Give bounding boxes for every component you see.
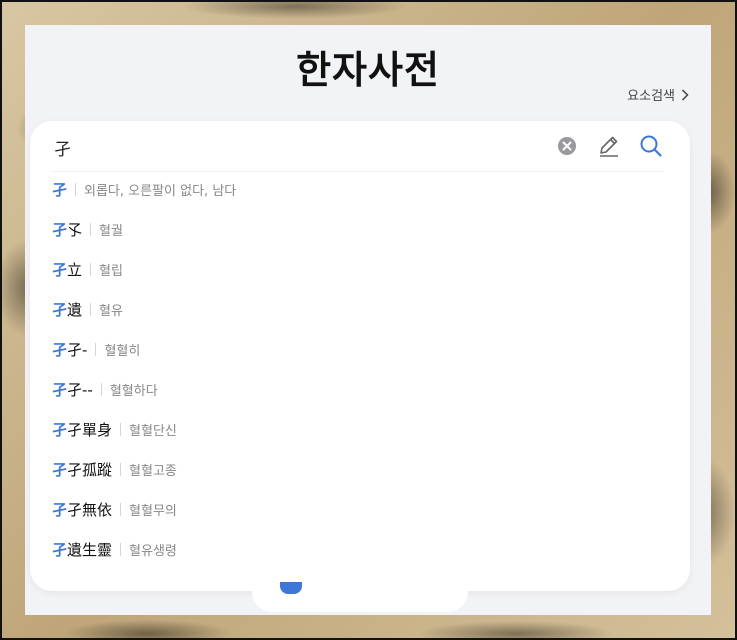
word-rest: 立 [67, 260, 83, 279]
match-char: 孑 [52, 380, 68, 399]
divider [75, 182, 77, 196]
word-rest: 孑- [67, 340, 88, 359]
list-item[interactable]: 孑 孑孤蹤 혈혈고종 [52, 449, 664, 489]
word-rest: 遺生靈 [67, 540, 113, 559]
divider [120, 462, 122, 476]
search-bar [52, 121, 664, 172]
list-item[interactable]: 孑 立 혈립 [52, 249, 664, 289]
list-item[interactable]: 孑 孑單身 혈혈단신 [52, 409, 664, 449]
list-item[interactable]: 孑 외롭다, 오른팔이 없다, 남다 [52, 169, 664, 209]
search-icon[interactable] [638, 133, 664, 159]
list-item[interactable]: 孑 孑無依 혈혈무의 [52, 489, 664, 529]
reading: 혈혈히 [104, 343, 141, 359]
word-rest: 孑孤蹤 [67, 460, 113, 479]
list-item[interactable]: 孑 孓 혈궐 [52, 209, 664, 249]
reading: 혈립 [99, 263, 123, 279]
list-item[interactable]: 孑 孑-- 혈혈하다 [52, 369, 664, 409]
search-input[interactable] [52, 133, 534, 161]
word-rest: 遺 [67, 300, 83, 319]
match-char: 孑 [52, 500, 68, 519]
reading: 외롭다, 오른팔이 없다, 남다 [84, 183, 237, 199]
match-char: 孑 [52, 540, 68, 559]
match-char: 孑 [52, 220, 68, 239]
list-item[interactable]: 孑 遺 혈유 [52, 289, 664, 329]
divider [100, 382, 102, 396]
divider [90, 302, 92, 316]
page-title: 한자사전 [296, 50, 440, 92]
reading: 혈혈무의 [129, 503, 177, 519]
chevron-right-icon [681, 88, 689, 101]
dictionary-panel: 한자사전 요소검색 孑 孑 외롭다, 오른팔이 없다, 남다 孑 孓 혈궐 孑 … [25, 25, 711, 615]
divider [90, 262, 92, 276]
element-search-label: 요소검색 [627, 89, 675, 104]
divider [120, 502, 122, 516]
match-char: 孑 [52, 460, 68, 479]
word-rest: 孑單身 [67, 420, 113, 439]
reading: 혈유 [99, 303, 123, 319]
list-item[interactable]: 孑 遺生靈 혈유생령 [52, 529, 664, 569]
list-item[interactable]: 孑 孑- 혈혈히 [52, 329, 664, 369]
match-char: 孑 [52, 340, 68, 359]
element-search-link[interactable]: 요소검색 [627, 85, 689, 104]
tab-indicator [280, 582, 302, 594]
match-char: 孑 [52, 300, 68, 319]
match-char: 孑 [52, 420, 68, 439]
divider [120, 422, 122, 436]
word-rest: 孓 [67, 220, 83, 239]
suggestion-list: 孑 외롭다, 오른팔이 없다, 남다 孑 孓 혈궐 孑 立 혈립 孑 遺 혈유 … [52, 181, 664, 583]
word-rest: 孑無依 [67, 500, 113, 519]
clear-icon[interactable] [554, 133, 580, 159]
divider [90, 222, 92, 236]
reading: 혈궐 [99, 223, 123, 239]
match-char: 孑 [52, 260, 68, 279]
reading: 혈혈단신 [129, 423, 177, 439]
pen-icon[interactable] [596, 133, 622, 159]
reading: 혈혈하다 [109, 383, 158, 399]
reading: 혈유생령 [129, 543, 177, 559]
divider [95, 342, 97, 356]
divider [120, 542, 122, 556]
word-rest: 孑-- [67, 380, 93, 399]
match-char: 孑 [52, 180, 68, 199]
reading: 혈혈고종 [129, 463, 177, 479]
search-card: 孑 외롭다, 오른팔이 없다, 남다 孑 孓 혈궐 孑 立 혈립 孑 遺 [30, 121, 690, 591]
